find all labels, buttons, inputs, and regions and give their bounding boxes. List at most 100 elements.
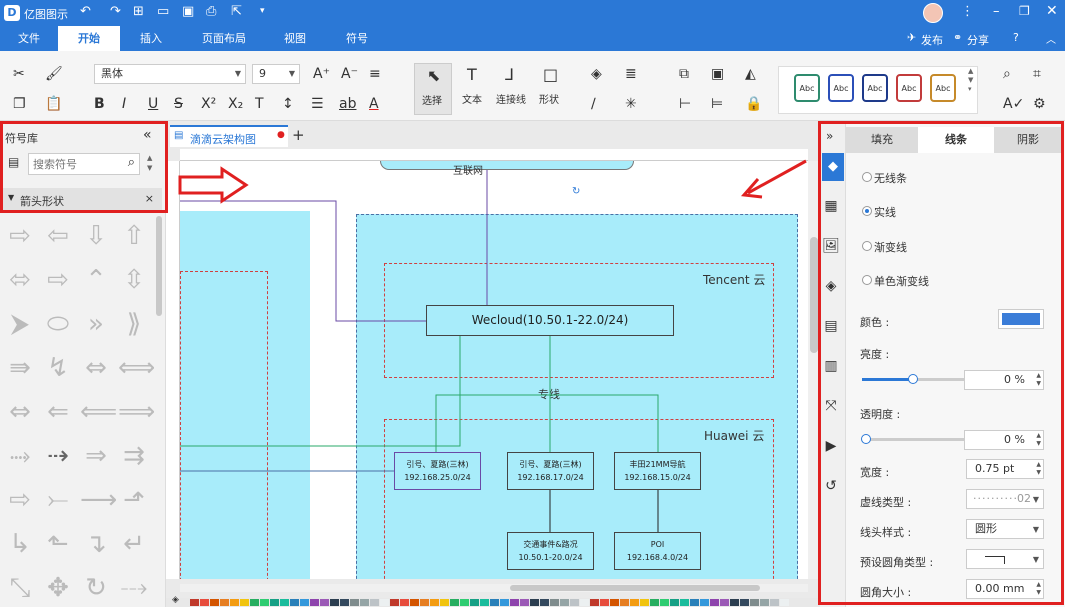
circular-arrow-shape[interactable]: ↻ — [80, 572, 112, 604]
color-swatch[interactable] — [420, 599, 429, 606]
color-swatch[interactable] — [190, 599, 199, 606]
color-swatch[interactable] — [640, 599, 649, 606]
pentagon-shape[interactable]: ⮞ — [4, 308, 36, 340]
color-swatch[interactable] — [390, 599, 399, 606]
arrow-left-shape[interactable]: ⟸ — [80, 396, 117, 428]
search-scroll-icon[interactable]: ▲ ▼ — [147, 153, 152, 173]
copy-icon[interactable]: ❐ — [13, 95, 26, 113]
zigzag-arrow-shape[interactable]: ↯ — [42, 352, 74, 384]
lock-icon[interactable]: 🔒 — [745, 95, 762, 113]
quad-arrow-shape[interactable]: ✥ — [42, 572, 74, 604]
publish-button[interactable]: 发布 — [921, 32, 943, 48]
list-icon[interactable]: ☰ — [311, 95, 324, 113]
library-icon[interactable]: ▤ — [8, 155, 19, 169]
color-swatch[interactable] — [370, 599, 379, 606]
line-color-swatch[interactable] — [998, 309, 1044, 329]
find-icon[interactable]: ⌕ — [1003, 65, 1011, 83]
tab-insert[interactable]: 插入 — [120, 26, 182, 51]
select-tool-button[interactable]: ⬉ 选择 — [414, 63, 452, 115]
color-swatch[interactable] — [400, 599, 409, 606]
spinner-icon[interactable]: ▲ ▼ — [1036, 581, 1041, 597]
paste-icon[interactable]: 📋 — [45, 95, 62, 113]
color-swatch[interactable] — [220, 599, 229, 606]
dash-type-select[interactable]: ·········· 02 ▼ — [966, 489, 1044, 509]
solid-line-radio[interactable] — [862, 206, 872, 216]
color-swatch[interactable] — [680, 599, 689, 606]
arrow-left-shape[interactable]: ⇦ — [42, 220, 74, 252]
collapse-panel-icon[interactable]: « — [143, 127, 152, 143]
fill-bucket-icon[interactable]: ◈ — [172, 595, 179, 605]
minimize-icon[interactable]: – — [993, 4, 1000, 19]
fit-icon[interactable]: ⤧ — [822, 397, 840, 415]
group-icon[interactable]: ▣ — [711, 65, 724, 83]
u-turn-arrow-shape[interactable]: ↴ — [80, 528, 112, 560]
flip-icon[interactable]: ◭ — [745, 65, 756, 83]
effects-icon[interactable]: ✳ — [625, 95, 637, 113]
transparency-slider[interactable] — [862, 438, 966, 441]
color-swatch[interactable] — [690, 599, 699, 606]
align-icon[interactable]: ≡ — [369, 65, 381, 83]
close-icon[interactable]: ✕ — [1046, 3, 1058, 19]
arrow-right-shape[interactable]: ⇉ — [118, 440, 150, 472]
double-arrow-shape[interactable]: ⟺ — [118, 352, 155, 384]
transparency-thumb[interactable] — [861, 434, 871, 444]
format-painter-icon[interactable]: 🖌 — [45, 65, 63, 83]
color-swatch[interactable] — [280, 599, 289, 606]
publish-icon[interactable]: ✈ — [907, 31, 916, 44]
category-header[interactable]: ▼ 箭头形状 × — [2, 188, 162, 212]
tab-home[interactable]: 开始 — [58, 26, 120, 51]
color-swatch[interactable] — [480, 599, 489, 606]
arrow-right-shape[interactable]: ⟶ — [80, 484, 117, 516]
panel-scrollbar[interactable] — [156, 216, 162, 316]
brightness-input[interactable]: 0 % ▲ ▼ — [964, 370, 1044, 390]
open-icon[interactable]: ▭ — [157, 4, 169, 19]
color-swatch[interactable] — [270, 599, 279, 606]
tab-fill[interactable]: 填充 — [846, 127, 918, 153]
color-swatch[interactable] — [740, 599, 749, 606]
style-preset-1[interactable]: Abc — [794, 74, 820, 102]
color-swatch[interactable] — [350, 599, 359, 606]
chevron-up-shape[interactable]: ⌃ — [80, 264, 112, 296]
color-swatch[interactable] — [430, 599, 439, 606]
color-swatch[interactable] — [460, 599, 469, 606]
striped-arrow-shape[interactable]: ⇛ — [4, 352, 36, 384]
tab-line[interactable]: 线条 — [918, 127, 994, 153]
color-swatch[interactable] — [330, 599, 339, 606]
color-swatch[interactable] — [490, 599, 499, 606]
no-line-radio[interactable] — [862, 172, 872, 182]
transparency-input[interactable]: 0 % ▲ ▼ — [964, 430, 1044, 450]
settings-icon[interactable]: ⚙ — [1033, 95, 1046, 113]
arrow-right-shape[interactable]: ⟹ — [118, 396, 155, 428]
superscript-icon[interactable]: X² — [201, 95, 216, 113]
search-field[interactable] — [33, 155, 121, 173]
color-swatch[interactable] — [380, 599, 389, 606]
align-objects-icon[interactable]: ⊢ — [679, 95, 691, 113]
color-swatch[interactable] — [670, 599, 679, 606]
color-swatch[interactable] — [610, 599, 619, 606]
tab-shadow[interactable]: 阴影 — [994, 127, 1062, 153]
bold-icon[interactable]: B — [94, 95, 105, 113]
width-input[interactable]: 0.75 pt ▲ ▼ — [966, 459, 1044, 479]
line-spacing-icon[interactable]: ↕ — [282, 95, 294, 113]
color-swatch[interactable] — [560, 599, 569, 606]
arrow-up-shape[interactable]: ⇧ — [118, 220, 150, 252]
color-swatch[interactable] — [500, 599, 509, 606]
arrow-right-shape[interactable]: ⇨ — [4, 484, 36, 516]
help-icon[interactable]: ? — [1013, 31, 1019, 44]
color-swatch[interactable] — [470, 599, 479, 606]
color-swatch[interactable] — [310, 599, 319, 606]
fill-style-tab[interactable]: ◆ — [822, 153, 844, 181]
print-icon[interactable]: ⎙ — [206, 4, 216, 19]
color-swatch[interactable] — [450, 599, 459, 606]
color-swatch[interactable] — [590, 599, 599, 606]
color-swatch[interactable] — [620, 599, 629, 606]
corner-type-select[interactable]: ▼ — [966, 549, 1044, 569]
color-swatch[interactable] — [720, 599, 729, 606]
history-icon[interactable]: ↺ — [822, 477, 840, 495]
page-icon[interactable]: ▤ — [822, 317, 840, 335]
spinner-icon[interactable]: ▲ ▼ — [1036, 372, 1041, 388]
color-swatch[interactable] — [600, 599, 609, 606]
bent-up-arrow-shape[interactable]: ⬏ — [118, 484, 150, 516]
diagonal-arrow-shape[interactable]: ⤡ — [4, 572, 36, 604]
arrow-up-down-shape[interactable]: ⇳ — [118, 264, 150, 296]
